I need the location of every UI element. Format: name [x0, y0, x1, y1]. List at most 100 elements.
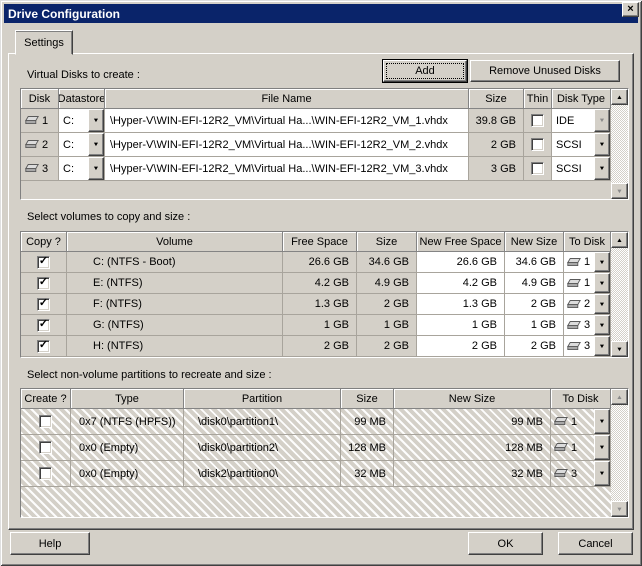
new-free-space-field[interactable]: 26.6 GB [417, 252, 505, 272]
dropdown-button[interactable]: ▼ [88, 109, 104, 132]
column-header: To Disk [551, 389, 611, 409]
copy-cell: ✓ [21, 252, 67, 272]
datastore-dropdown[interactable]: C: ▼ [59, 109, 105, 132]
chevron-down-icon: ▼ [599, 280, 606, 286]
to-disk-dropdown[interactable]: 3 ▼ [564, 336, 611, 356]
free-space-cell: 4.2 GB [283, 273, 357, 293]
chevron-down-icon: ▼ [599, 343, 606, 349]
drive-configuration-dialog: Drive Configuration × Settings Virtual D… [0, 0, 642, 566]
copy-checkbox[interactable]: ✓ [37, 256, 50, 269]
create-checkbox[interactable]: ✓ [39, 467, 52, 480]
scroll-down-button[interactable]: ▼ [611, 183, 628, 199]
datastore-dropdown[interactable]: C: ▼ [59, 157, 105, 180]
free-space-cell: 1 GB [283, 315, 357, 335]
copy-cell: ✓ [21, 273, 67, 293]
dropdown-button[interactable]: ▼ [88, 133, 104, 156]
help-button[interactable]: Help [10, 532, 90, 555]
remove-unused-disks-button[interactable]: Remove Unused Disks [470, 60, 620, 82]
new-size-field[interactable]: 1 GB [505, 315, 564, 335]
table-row: 2 C: ▼ \Hyper-V\WIN-EFI-12R2_VM\Virtual … [21, 133, 611, 157]
chevron-down-icon: ▼ [93, 142, 100, 148]
dropdown-button[interactable]: ▼ [594, 109, 610, 132]
dropdown-button[interactable]: ▼ [594, 461, 610, 486]
column-header: Create ? [21, 389, 71, 409]
thin-checkbox[interactable]: ✓ [531, 138, 544, 151]
check-icon: ✓ [39, 319, 48, 330]
thin-cell: ✓ [524, 109, 552, 132]
scrollbar[interactable]: ▲ ▼ [611, 389, 628, 517]
cancel-button[interactable]: Cancel [558, 532, 633, 555]
new-free-space-field[interactable]: 2 GB [417, 336, 505, 356]
volumes-rows: ✓ C: (NTFS - Boot) 26.6 GB 34.6 GB 26.6 … [21, 252, 628, 357]
scroll-up-button[interactable]: ▲ [611, 389, 628, 405]
to-disk-dropdown[interactable]: 1 ▼ [564, 252, 611, 272]
volumes-table: Copy ? Volume Free Space Size New Free S… [20, 231, 629, 358]
dropdown-button[interactable]: ▼ [594, 133, 610, 156]
to-disk-dropdown[interactable]: 1 ▼ [551, 435, 611, 460]
dropdown-button[interactable]: ▼ [594, 409, 610, 434]
thin-checkbox[interactable]: ✓ [531, 162, 544, 175]
scroll-down-button[interactable]: ▼ [611, 341, 628, 357]
dropdown-button[interactable]: ▼ [88, 157, 104, 180]
disk-type-dropdown[interactable]: IDE ▼ [552, 109, 611, 132]
dropdown-button[interactable]: ▼ [594, 273, 610, 293]
new-free-space-field[interactable]: 4.2 GB [417, 273, 505, 293]
tab-settings[interactable]: Settings [15, 30, 73, 55]
column-header: New Free Space [417, 232, 505, 252]
new-size-cell: 99 MB [394, 409, 551, 434]
copy-checkbox[interactable]: ✓ [37, 340, 50, 353]
disk-icon [567, 300, 581, 309]
disk-icon [567, 342, 581, 351]
disk-icon [567, 279, 581, 288]
new-size-field[interactable]: 34.6 GB [505, 252, 564, 272]
table-row: ✓ 0x0 (Empty) \disk0\partition2\ 128 MB … [21, 435, 611, 461]
file-name-field[interactable]: \Hyper-V\WIN-EFI-12R2_VM\Virtual Ha...\W… [105, 109, 469, 132]
scrollbar[interactable]: ▲ ▼ [611, 232, 628, 357]
to-disk-dropdown[interactable]: 3 ▼ [564, 315, 611, 335]
chevron-down-icon: ▼ [599, 445, 606, 451]
table-row: ✓ H: (NTFS) 2 GB 2 GB 2 GB 2 GB 3 ▼ [21, 336, 611, 357]
check-icon: ✓ [39, 298, 48, 309]
scrollbar[interactable]: ▲ ▼ [611, 89, 628, 199]
size-cell: 39.8 GB [469, 109, 524, 132]
dropdown-button[interactable]: ▼ [594, 315, 610, 335]
volumes-label: Select volumes to copy and size : [27, 211, 190, 223]
dropdown-button[interactable]: ▼ [594, 157, 610, 180]
add-button[interactable]: Add [383, 60, 467, 82]
scroll-down-button[interactable]: ▼ [611, 501, 628, 517]
volume-cell: H: (NTFS) [67, 336, 283, 356]
copy-checkbox[interactable]: ✓ [37, 277, 50, 290]
scroll-up-button[interactable]: ▲ [611, 232, 628, 248]
partitions-rows: ✓ 0x7 (NTFS (HPFS)) \disk0\partition1\ 9… [21, 409, 628, 487]
scroll-up-button[interactable]: ▲ [611, 89, 628, 105]
new-size-field[interactable]: 2 GB [505, 336, 564, 356]
new-size-field[interactable]: 4.9 GB [505, 273, 564, 293]
disk-type-dropdown[interactable]: SCSI ▼ [552, 133, 611, 156]
new-free-space-field[interactable]: 1.3 GB [417, 294, 505, 314]
datastore-dropdown[interactable]: C: ▼ [59, 133, 105, 156]
to-disk-dropdown[interactable]: 1 ▼ [564, 273, 611, 293]
copy-checkbox[interactable]: ✓ [37, 298, 50, 311]
new-free-space-field[interactable]: 1 GB [417, 315, 505, 335]
to-disk-dropdown[interactable]: 2 ▼ [564, 294, 611, 314]
copy-checkbox[interactable]: ✓ [37, 319, 50, 332]
create-checkbox[interactable]: ✓ [39, 441, 52, 454]
new-size-field[interactable]: 2 GB [505, 294, 564, 314]
file-name-field[interactable]: \Hyper-V\WIN-EFI-12R2_VM\Virtual Ha...\W… [105, 133, 469, 156]
new-size-cell: 128 MB [394, 435, 551, 460]
dropdown-button[interactable]: ▼ [594, 435, 610, 460]
close-button[interactable]: × [622, 2, 639, 17]
create-checkbox[interactable]: ✓ [39, 415, 52, 428]
disk-type-dropdown[interactable]: SCSI ▼ [552, 157, 611, 180]
dropdown-button[interactable]: ▼ [594, 294, 610, 314]
disk-icon [554, 417, 568, 426]
titlebar[interactable]: Drive Configuration [4, 4, 638, 23]
dropdown-button[interactable]: ▼ [594, 252, 610, 272]
to-disk-dropdown[interactable]: 3 ▼ [551, 461, 611, 486]
to-disk-dropdown[interactable]: 1 ▼ [551, 409, 611, 434]
ok-button[interactable]: OK [468, 532, 543, 555]
dropdown-button[interactable]: ▼ [594, 336, 610, 356]
partitions-header: Create ? Type Partition Size New Size To… [21, 389, 611, 409]
file-name-field[interactable]: \Hyper-V\WIN-EFI-12R2_VM\Virtual Ha...\W… [105, 157, 469, 180]
thin-checkbox[interactable]: ✓ [531, 114, 544, 127]
